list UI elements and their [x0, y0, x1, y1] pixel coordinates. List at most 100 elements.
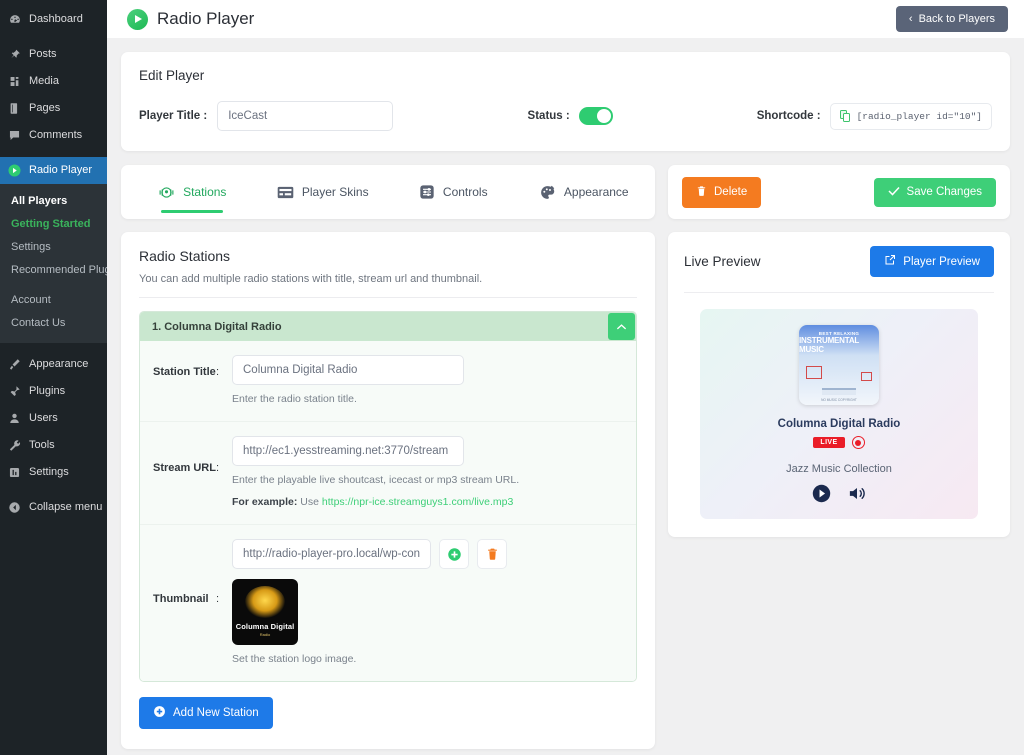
app-root: Dashboard Posts Media Pages Comments Rad…: [0, 0, 1024, 755]
station-accordion-header[interactable]: 1. Columna Digital Radio: [140, 312, 636, 341]
sidebar-item-label: Dashboard: [29, 13, 83, 25]
thumbnail-url-input[interactable]: [232, 539, 431, 569]
stream-url-input[interactable]: [232, 436, 464, 466]
sliders-icon: [419, 184, 435, 200]
edit-player-row: Player Title : Status : Shortcode : [rad…: [139, 101, 992, 131]
example-prefix: For example:: [232, 496, 298, 508]
submenu-item-all-players[interactable]: All Players: [0, 190, 107, 213]
thumbnail-input-row: [232, 539, 622, 569]
player-title-input[interactable]: [217, 101, 394, 131]
skins-icon: [277, 185, 294, 200]
preview-now-playing: Jazz Music Collection: [786, 463, 892, 475]
art-person: [826, 359, 852, 391]
sidebar-item-radio-player[interactable]: Radio Player: [0, 157, 107, 184]
sidebar-item-pages[interactable]: Pages: [0, 95, 107, 122]
trash-icon: [696, 185, 707, 200]
submenu-gap: [0, 282, 107, 289]
player-preview-label: Player Preview: [903, 255, 980, 268]
user-icon: [7, 411, 22, 426]
submenu-label: Contact Us: [11, 317, 66, 329]
back-to-players-button[interactable]: ‹ Back to Players: [895, 6, 1008, 32]
save-changes-button[interactable]: Save Changes: [873, 177, 996, 207]
plugin-topbar: Radio Player ‹ Back to Players: [107, 0, 1024, 38]
station-title-input[interactable]: [232, 355, 464, 385]
sidebar-item-users[interactable]: Users: [0, 405, 107, 432]
delete-button[interactable]: Delete: [682, 176, 762, 208]
radio-play-icon: [7, 163, 22, 178]
edit-player-heading: Edit Player: [139, 68, 205, 83]
remove-thumbnail-button[interactable]: [477, 539, 507, 569]
copy-icon[interactable]: [839, 109, 851, 123]
submenu-label: All Players: [11, 195, 68, 207]
media-icon: [7, 74, 22, 89]
check-icon: [888, 186, 900, 199]
live-preview-header: Live Preview Player Preview: [684, 246, 994, 277]
content-wrapper: Edit Player Player Title : Status : Shor…: [107, 38, 1024, 755]
preview-live-row: LIVE: [813, 436, 865, 449]
sidebar-item-label: Users: [29, 412, 58, 424]
sidebar-item-settings[interactable]: Settings: [0, 459, 107, 486]
submenu-item-recommended-plugins[interactable]: Recommended Plugins: [0, 259, 107, 282]
tab-controls[interactable]: Controls: [388, 165, 519, 219]
player-preview-button[interactable]: Player Preview: [870, 246, 994, 277]
page-icon: [7, 101, 22, 116]
submenu-item-account[interactable]: Account: [0, 289, 107, 312]
sidebar-item-label: Appearance: [29, 358, 89, 370]
preview-controls: [812, 484, 867, 503]
brush-icon: [7, 357, 22, 372]
sidebar-divider: [0, 343, 107, 351]
tab-stations[interactable]: Stations: [127, 165, 258, 219]
submenu-item-settings[interactable]: Settings: [0, 236, 107, 259]
status-toggle[interactable]: [578, 107, 613, 125]
sidebar-item-comments[interactable]: Comments: [0, 122, 107, 149]
tab-appearance[interactable]: Appearance: [519, 165, 650, 219]
stream-url-field: Enter the playable live shoutcast, iceca…: [232, 436, 636, 510]
chevron-up-icon[interactable]: [608, 313, 635, 340]
wp-admin-sidebar: Dashboard Posts Media Pages Comments Rad…: [0, 0, 107, 755]
label-colon: :: [216, 593, 220, 605]
tab-label: Appearance: [563, 185, 629, 199]
preview-station-name: Columna Digital Radio: [777, 418, 901, 430]
player-preview-stage: BEST RELAXING INSTRUMENTAL MUSIC NO MUSI…: [700, 309, 978, 519]
art-line2: INSTRUMENTAL MUSIC: [799, 336, 859, 354]
live-preview-title: Live Preview: [684, 254, 761, 269]
station-title-label: Station Title: [153, 366, 216, 378]
volume-icon[interactable]: [847, 484, 867, 503]
example-link[interactable]: https://npr-ice.streamguys1.com/live.mp3: [322, 496, 513, 508]
dashboard-icon: [7, 12, 22, 27]
record-dot-icon: [851, 436, 865, 449]
thumbnail-logo-line1: Columna Digital: [235, 622, 295, 631]
wrench-icon: [7, 438, 22, 453]
plug-icon: [7, 384, 22, 399]
thumbnail-logo-glow: [245, 586, 285, 618]
play-circle-icon[interactable]: [812, 484, 831, 503]
divider: [139, 297, 637, 298]
add-new-station-button[interactable]: Add New Station: [139, 697, 273, 729]
sidebar-item-media[interactable]: Media: [0, 68, 107, 95]
sidebar-item-label: Plugins: [29, 385, 66, 397]
sidebar-item-posts[interactable]: Posts: [0, 41, 107, 68]
stream-url-hint: Enter the playable live shoutcast, iceca…: [232, 474, 520, 486]
add-new-station-label: Add New Station: [173, 707, 259, 719]
sidebar-item-plugins[interactable]: Plugins: [0, 378, 107, 405]
submenu-item-contact-us[interactable]: Contact Us: [0, 312, 107, 335]
art-box-left: [806, 366, 822, 379]
submenu-item-getting-started[interactable]: Getting Started: [0, 213, 107, 236]
sidebar-item-appearance[interactable]: Appearance: [0, 351, 107, 378]
add-thumbnail-button[interactable]: [439, 539, 469, 569]
comment-icon: [7, 128, 22, 143]
station-accordion-title: 1. Columna Digital Radio: [152, 320, 282, 333]
pin-icon: [7, 47, 22, 62]
save-changes-label: Save Changes: [906, 186, 982, 198]
divider: [684, 292, 994, 293]
sidebar-item-dashboard[interactable]: Dashboard: [0, 6, 107, 33]
sidebar-item-label: Settings: [29, 466, 69, 478]
thumbnail-label: Thumbnail: [153, 593, 209, 605]
tab-player-skins[interactable]: Player Skins: [258, 165, 389, 219]
sidebar-item-tools[interactable]: Tools: [0, 432, 107, 459]
toggle-knob: [596, 109, 611, 123]
sidebar-divider: [0, 149, 107, 157]
sidebar-item-label: Radio Player: [29, 164, 92, 176]
sidebar-item-collapse-menu[interactable]: Collapse menu: [0, 494, 107, 521]
shortcode-box[interactable]: [radio_player id="10"]: [829, 102, 992, 130]
